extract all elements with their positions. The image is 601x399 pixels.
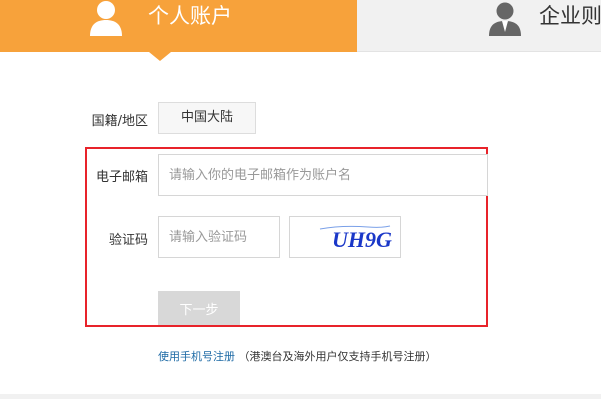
captcha-image[interactable]: UH9G	[289, 216, 401, 258]
tab-personal-label: 个人账户	[148, 4, 232, 28]
overseas-note: （港澳台及海外用户仅支持手机号注册）	[238, 350, 437, 363]
nationality-label: 国籍/地区	[91, 114, 148, 129]
verification-code-input[interactable]	[158, 216, 280, 258]
tab-enterprise-account[interactable]: 企业则	[357, 0, 601, 52]
bottom-divider	[0, 394, 601, 399]
nationality-select[interactable]: 中国大陆	[158, 102, 256, 134]
active-tab-pointer	[149, 52, 171, 61]
business-user-icon	[489, 2, 521, 36]
register-with-phone-link[interactable]: 使用手机号注册	[158, 350, 235, 363]
captcha-graphic: UH9G	[319, 225, 392, 252]
verification-code-label: 验证码	[108, 233, 148, 248]
captcha-text: UH9G	[332, 227, 392, 252]
email-label: 电子邮箱	[95, 170, 148, 185]
email-input[interactable]	[158, 154, 488, 196]
next-step-button[interactable]: 下一步	[158, 291, 240, 325]
tab-enterprise-label: 企业则	[539, 4, 601, 28]
user-icon	[90, 1, 122, 36]
tab-personal-account[interactable]: 个人账户	[0, 0, 357, 61]
footer-note: 使用手机号注册 （港澳台及海外用户仅支持手机号注册）	[158, 348, 437, 364]
account-type-tabs: 个人账户 企业则	[0, 0, 601, 61]
